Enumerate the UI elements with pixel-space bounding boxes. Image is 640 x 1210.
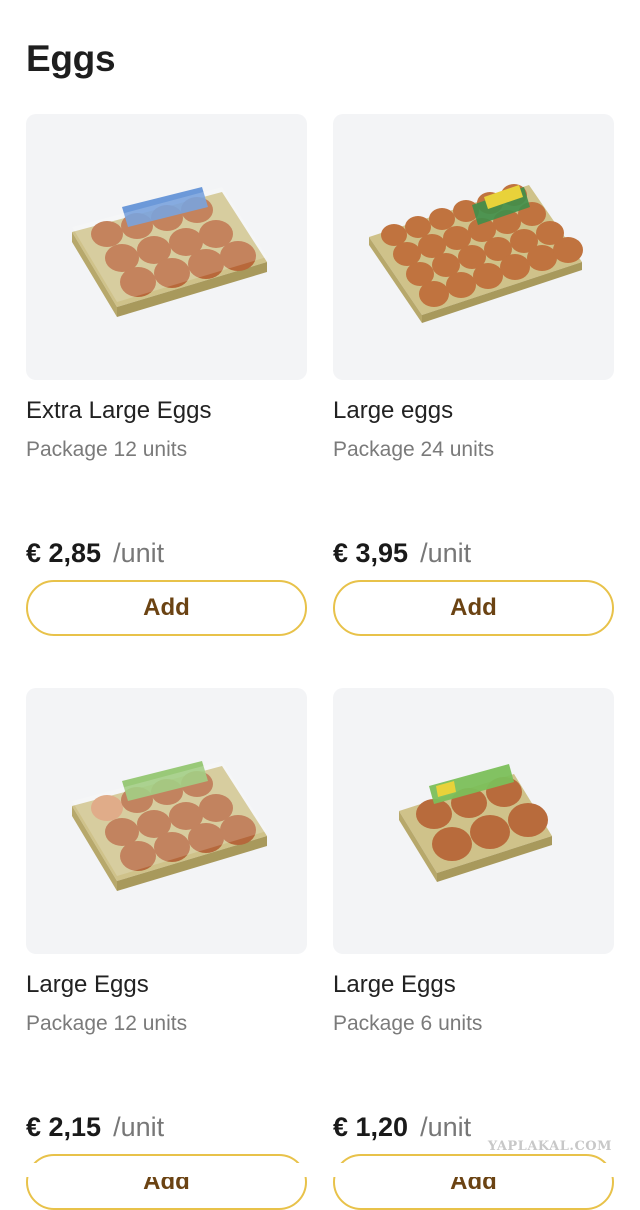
product-name: Large Eggs (26, 971, 149, 998)
product-package: Package 6 units (333, 1012, 483, 1035)
price: € 2,85 (26, 538, 102, 568)
product-package: Package 24 units (333, 438, 495, 461)
price-row: € 2,85 /unit (26, 538, 164, 569)
price-unit: /unit (420, 1112, 472, 1142)
add-button[interactable]: Add (26, 580, 307, 636)
price-unit: /unit (113, 1112, 165, 1142)
product-card[interactable]: Large Eggs Package 6 units € 1,20 /unit … (333, 688, 614, 1210)
egg-carton-6-icon (398, 764, 552, 882)
product-grid: Extra Large Eggs Package 12 units € 2,85… (26, 114, 614, 1210)
price: € 3,95 (333, 538, 409, 568)
price-unit: /unit (113, 538, 165, 568)
product-image[interactable] (333, 114, 614, 380)
add-button[interactable]: Add (333, 580, 614, 636)
egg-carton-24-icon (368, 184, 583, 323)
watermark: YAPLAKAL.COM (487, 1139, 612, 1154)
product-name: Large Eggs (333, 971, 456, 998)
price-row: € 1,20 /unit (333, 1112, 471, 1143)
egg-carton-12-icon (71, 187, 267, 317)
product-package: Package 12 units (26, 438, 188, 461)
product-card[interactable]: Large Eggs Package 12 units € 2,15 /unit… (26, 688, 307, 1210)
bottom-edge (0, 1163, 640, 1177)
price: € 1,20 (333, 1112, 409, 1142)
product-package: Package 12 units (26, 1012, 188, 1035)
price-row: € 3,95 /unit (333, 538, 471, 569)
price-row: € 2,15 /unit (26, 1112, 164, 1143)
product-image[interactable] (333, 688, 614, 954)
product-card[interactable]: Extra Large Eggs Package 12 units € 2,85… (26, 114, 307, 636)
egg-carton-12-icon (71, 761, 267, 891)
product-card[interactable]: Large eggs Package 24 units € 3,95 /unit… (333, 114, 614, 636)
product-image[interactable] (26, 688, 307, 954)
product-name: Large eggs (333, 397, 454, 424)
page-title: Eggs (26, 38, 116, 79)
price: € 2,15 (26, 1112, 102, 1142)
product-name: Extra Large Eggs (26, 397, 212, 424)
price-unit: /unit (420, 538, 472, 568)
product-image[interactable] (26, 114, 307, 380)
